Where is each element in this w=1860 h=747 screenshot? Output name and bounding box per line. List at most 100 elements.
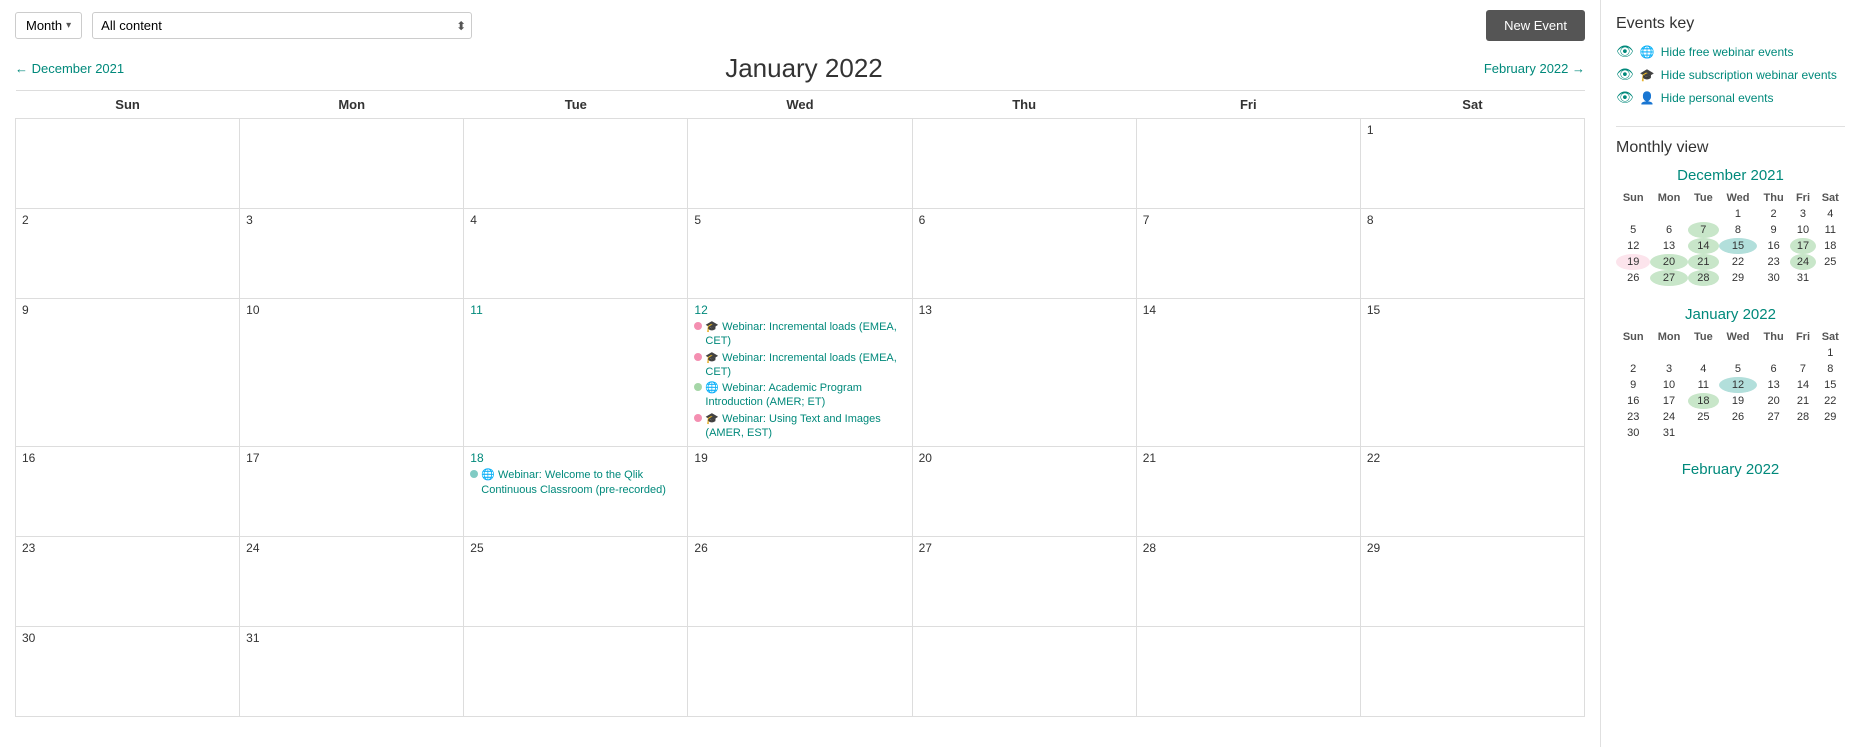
mini-calendar-day[interactable]: 18 <box>1688 393 1720 409</box>
calendar-day-cell[interactable]: 26 <box>688 537 912 627</box>
mini-calendar-day[interactable]: 14 <box>1790 377 1815 393</box>
calendar-day-cell[interactable]: 12🎓 Webinar: Incremental loads (EMEA, CE… <box>688 299 912 447</box>
calendar-day-cell[interactable]: 28 <box>1136 537 1360 627</box>
mini-calendar-day[interactable]: 8 <box>1816 361 1845 377</box>
mini-calendar-day[interactable]: 13 <box>1757 377 1791 393</box>
mini-calendar-day[interactable]: 25 <box>1816 254 1845 270</box>
mini-calendar-day[interactable]: 14 <box>1688 238 1720 254</box>
event-label[interactable]: 🎓 Webinar: Incremental loads (EMEA, CET) <box>705 320 905 349</box>
mini-calendar-day[interactable]: 2 <box>1616 361 1650 377</box>
mini-calendar-day[interactable]: 7 <box>1688 222 1720 238</box>
mini-calendar-day[interactable]: 5 <box>1719 361 1757 377</box>
mini-calendar-day[interactable]: 11 <box>1688 377 1720 393</box>
mini-calendar-day[interactable]: 19 <box>1616 254 1650 270</box>
mini-calendar-day[interactable]: 20 <box>1650 254 1687 270</box>
mini-calendar-day[interactable]: 28 <box>1688 270 1720 286</box>
mini-calendar-day[interactable]: 4 <box>1688 361 1720 377</box>
calendar-day-cell[interactable]: 23 <box>16 537 240 627</box>
mini-calendar-day[interactable]: 15 <box>1816 377 1845 393</box>
calendar-day-cell[interactable]: 6 <box>912 209 1136 299</box>
calendar-day-cell[interactable]: 4 <box>464 209 688 299</box>
mini-calendar-day[interactable]: 1 <box>1816 345 1845 361</box>
content-filter-select[interactable]: All content <box>92 12 472 39</box>
calendar-day-cell[interactable]: 10 <box>240 299 464 447</box>
calendar-day-cell[interactable] <box>464 119 688 209</box>
mini-calendar-day[interactable]: 6 <box>1650 222 1687 238</box>
mini-calendar-day[interactable]: 16 <box>1757 238 1791 254</box>
calendar-day-cell[interactable]: 14 <box>1136 299 1360 447</box>
mini-calendar-day[interactable]: 15 <box>1719 238 1757 254</box>
mini-calendar-day[interactable]: 16 <box>1616 393 1650 409</box>
mini-calendar-day[interactable]: 28 <box>1790 409 1815 425</box>
mini-calendar-day[interactable]: 31 <box>1790 270 1815 286</box>
month-view-button[interactable]: Month ▾ <box>15 12 82 39</box>
mini-calendar-day[interactable]: 30 <box>1616 425 1650 441</box>
calendar-event[interactable]: 🌐 Webinar: Welcome to the Qlik Continuou… <box>470 468 681 497</box>
mini-calendar-day[interactable]: 10 <box>1790 222 1815 238</box>
calendar-day-cell[interactable]: 17 <box>240 447 464 537</box>
mini-calendar-day[interactable]: 12 <box>1616 238 1650 254</box>
calendar-day-cell[interactable]: 16 <box>16 447 240 537</box>
calendar-day-cell[interactable]: 31 <box>240 627 464 717</box>
calendar-day-cell[interactable]: 13 <box>912 299 1136 447</box>
mini-calendar-day[interactable]: 6 <box>1757 361 1791 377</box>
events-key-item[interactable]: 👁 👤 Hide personal events <box>1616 89 1845 106</box>
mini-calendar-day[interactable]: 11 <box>1816 222 1845 238</box>
mini-calendar-day[interactable]: 24 <box>1790 254 1815 270</box>
calendar-day-cell[interactable]: 2 <box>16 209 240 299</box>
mini-calendar-day[interactable]: 27 <box>1650 270 1687 286</box>
calendar-day-cell[interactable]: 29 <box>1360 537 1584 627</box>
calendar-event[interactable]: 🎓 Webinar: Using Text and Images (AMER, … <box>694 412 905 441</box>
mini-calendar-day[interactable]: 26 <box>1719 409 1757 425</box>
event-label[interactable]: 🎓 Webinar: Using Text and Images (AMER, … <box>705 412 905 441</box>
mini-calendar-day[interactable]: 20 <box>1757 393 1791 409</box>
mini-calendar-day[interactable]: 23 <box>1757 254 1791 270</box>
calendar-day-cell[interactable] <box>16 119 240 209</box>
mini-calendar-day[interactable]: 5 <box>1616 222 1650 238</box>
calendar-day-cell[interactable]: 22 <box>1360 447 1584 537</box>
calendar-day-cell[interactable] <box>912 119 1136 209</box>
calendar-day-cell[interactable]: 18🌐 Webinar: Welcome to the Qlik Continu… <box>464 447 688 537</box>
mini-calendar-day[interactable]: 26 <box>1616 270 1650 286</box>
mini-calendar-day[interactable]: 21 <box>1688 254 1720 270</box>
event-label[interactable]: 🌐 Webinar: Academic Program Introduction… <box>705 381 905 410</box>
calendar-day-cell[interactable]: 3 <box>240 209 464 299</box>
calendar-day-cell[interactable]: 19 <box>688 447 912 537</box>
prev-month-link[interactable]: ← December 2021 <box>15 61 124 76</box>
calendar-day-cell[interactable]: 30 <box>16 627 240 717</box>
mini-calendar-day[interactable]: 24 <box>1650 409 1687 425</box>
new-event-button[interactable]: New Event <box>1486 10 1585 41</box>
event-label[interactable]: 🎓 Webinar: Incremental loads (EMEA, CET) <box>705 351 905 380</box>
mini-calendar-day[interactable]: 22 <box>1719 254 1757 270</box>
calendar-day-cell[interactable]: 9 <box>16 299 240 447</box>
calendar-day-cell[interactable]: 7 <box>1136 209 1360 299</box>
calendar-day-cell[interactable]: 1 <box>1360 119 1584 209</box>
mini-calendar-day[interactable]: 1 <box>1719 206 1757 222</box>
mini-calendar-day[interactable]: 27 <box>1757 409 1791 425</box>
mini-calendar-day[interactable]: 25 <box>1688 409 1720 425</box>
mini-calendar-day[interactable]: 17 <box>1650 393 1687 409</box>
calendar-day-cell[interactable]: 5 <box>688 209 912 299</box>
mini-calendar-day[interactable]: 8 <box>1719 222 1757 238</box>
calendar-day-cell[interactable]: 24 <box>240 537 464 627</box>
calendar-day-cell[interactable] <box>912 627 1136 717</box>
calendar-day-cell[interactable] <box>1136 627 1360 717</box>
calendar-day-cell[interactable]: 11 <box>464 299 688 447</box>
mini-calendar-day[interactable]: 3 <box>1650 361 1687 377</box>
calendar-day-cell[interactable] <box>1360 627 1584 717</box>
calendar-day-cell[interactable]: 8 <box>1360 209 1584 299</box>
calendar-day-cell[interactable]: 27 <box>912 537 1136 627</box>
mini-calendar-day[interactable]: 31 <box>1650 425 1687 441</box>
calendar-event[interactable]: 🌐 Webinar: Academic Program Introduction… <box>694 381 905 410</box>
events-key-item[interactable]: 👁 🌐 Hide free webinar events <box>1616 43 1845 60</box>
mini-calendar-day[interactable]: 19 <box>1719 393 1757 409</box>
calendar-day-cell[interactable] <box>240 119 464 209</box>
mini-calendar-day[interactable]: 29 <box>1816 409 1845 425</box>
next-month-link[interactable]: February 2022 → <box>1484 61 1585 76</box>
mini-calendar-day[interactable]: 22 <box>1816 393 1845 409</box>
mini-calendar-day[interactable]: 9 <box>1757 222 1791 238</box>
mini-calendar-day[interactable]: 18 <box>1816 238 1845 254</box>
calendar-day-cell[interactable] <box>464 627 688 717</box>
events-key-item[interactable]: 👁 🎓 Hide subscription webinar events <box>1616 66 1845 83</box>
calendar-day-cell[interactable] <box>688 627 912 717</box>
